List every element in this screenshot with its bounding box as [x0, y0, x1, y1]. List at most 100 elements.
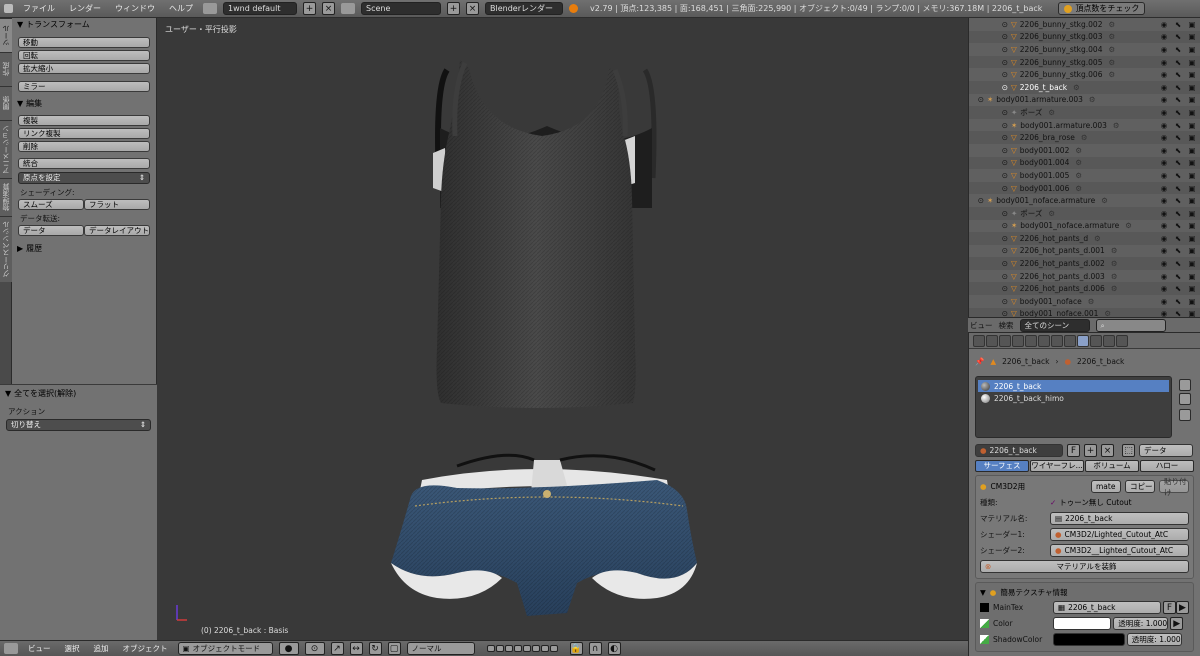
tab-grease-pencil[interactable]: グリースペンシル	[0, 216, 12, 282]
data-layout-button[interactable]: データレイアウト	[84, 225, 150, 236]
tab-physics[interactable]: 物理演算	[0, 178, 12, 216]
tab-wireframe[interactable]: ワイヤーフレ...	[1030, 460, 1084, 472]
unlink-material-icon[interactable]: ×	[1101, 444, 1114, 457]
selectability-icon[interactable]: ⬉	[1174, 184, 1182, 193]
shader2-field[interactable]: ● CM3D2__Lighted_Cutout_AtC	[1050, 544, 1189, 557]
duplicate-button[interactable]: 複製	[18, 115, 150, 126]
shade-smooth-button[interactable]: スムーズ	[18, 199, 84, 210]
visibility-icon[interactable]: ◉	[1160, 284, 1168, 293]
render-icon[interactable]: ▣	[1188, 95, 1196, 104]
view3d-editor-icon[interactable]	[4, 643, 18, 654]
paste-button[interactable]: 貼り付け	[1159, 477, 1189, 497]
visibility-icon[interactable]: ◉	[1160, 133, 1168, 142]
expand-icon[interactable]: ⊙	[969, 246, 1011, 255]
selectability-icon[interactable]: ⬉	[1174, 32, 1182, 41]
outliner-item-name[interactable]: body001.005	[1020, 171, 1070, 180]
selectability-icon[interactable]: ⬉	[1174, 246, 1182, 255]
check-vertex-count-button[interactable]: 頂点数をチェック	[1058, 2, 1146, 15]
visibility-icon[interactable]: ◉	[1160, 95, 1168, 104]
constraints-tab-icon[interactable]	[1038, 334, 1050, 347]
shader1-field[interactable]: ● CM3D2/Lighted_Cutout_AtC	[1050, 528, 1189, 541]
render-icon[interactable]: ▣	[1188, 32, 1196, 41]
render-icon[interactable]: ▣	[1188, 184, 1196, 193]
translate-button[interactable]: 移動	[18, 37, 150, 48]
visibility-icon[interactable]: ◉	[1160, 20, 1168, 29]
data-tab-icon[interactable]	[1064, 334, 1076, 347]
decorate-material-button[interactable]: ⊗ マテリアルを装飾	[980, 560, 1189, 573]
expand-icon[interactable]: ⊙	[969, 45, 1011, 54]
visibility-icon[interactable]: ◉	[1160, 83, 1168, 92]
layer-button[interactable]	[540, 645, 549, 652]
selectability-icon[interactable]: ⬉	[1174, 121, 1182, 130]
render-icon[interactable]: ▣	[1188, 20, 1196, 29]
selectability-icon[interactable]: ⬉	[1174, 158, 1182, 167]
outliner-item-name[interactable]: 2206_hot_pants_d.006	[1020, 284, 1105, 293]
layer-buttons[interactable]	[486, 645, 558, 652]
layout-icon[interactable]	[203, 3, 217, 14]
outliner-row[interactable]: ⊙ ▽ 2206_hot_pants_d.001 ⚙ ◉ ⬉ ▣	[969, 244, 1200, 258]
outliner-item-name[interactable]: 2206_bunny_stkg.006	[1020, 70, 1103, 79]
action-dropdown[interactable]: 切り替え ⇕	[6, 419, 151, 431]
material-slot[interactable]: 2206_t_back_himo	[978, 392, 1169, 404]
add-layout-icon[interactable]: +	[303, 2, 316, 15]
expand-icon[interactable]: ⊙	[969, 58, 1011, 67]
texture-info-header[interactable]: ▼ ● 簡易テクスチャ情報	[980, 587, 1189, 598]
lock-camera-icon[interactable]: 🔒	[569, 642, 583, 655]
outliner-row[interactable]: ⊙ ▽ 2206_bunny_stkg.002 ⚙ ◉ ⬉ ▣	[969, 18, 1200, 31]
outliner-item-name[interactable]: ポーズ	[1020, 107, 1042, 118]
selectability-icon[interactable]: ⬉	[1174, 234, 1182, 243]
visibility-icon[interactable]: ◉	[1160, 146, 1168, 155]
remove-scene-icon[interactable]: ×	[466, 2, 479, 15]
3d-viewport[interactable]: ユーザー・平行投影 (0) 2206_t_back: Basis	[157, 18, 968, 640]
tab-relations[interactable]: 関係	[0, 86, 12, 120]
outliner-item-name[interactable]: body001.armature.003	[1020, 121, 1107, 130]
render-preview-icon[interactable]: ◐	[607, 642, 621, 655]
selectability-icon[interactable]: ⬉	[1174, 108, 1182, 117]
selectability-icon[interactable]: ⬉	[1174, 58, 1182, 67]
render-icon[interactable]: ▣	[1188, 146, 1196, 155]
layer-button[interactable]	[495, 645, 504, 652]
layer-button[interactable]	[504, 645, 513, 652]
expand-icon[interactable]: ⊙	[969, 184, 1011, 193]
render-icon[interactable]: ▣	[1188, 196, 1196, 205]
layer-button[interactable]	[522, 645, 531, 652]
outliner-item-name[interactable]: ポーズ	[1020, 208, 1042, 219]
expand-icon[interactable]: ⊙	[969, 171, 1011, 180]
selectability-icon[interactable]: ⬉	[1174, 284, 1182, 293]
outliner-row[interactable]: ⊙ ✶ body001_noface.armature ⚙ ◉ ⬉ ▣	[969, 194, 1200, 207]
selectability-icon[interactable]: ⬉	[1174, 146, 1182, 155]
breadcrumb-object[interactable]: 2206_t_back	[1002, 357, 1049, 366]
render-icon[interactable]: ▣	[1188, 234, 1196, 243]
texture-tab-icon[interactable]	[1090, 334, 1102, 347]
expand-icon[interactable]: ⊙	[969, 209, 1011, 218]
outliner-row[interactable]: ⊙ ✶ body001.armature.003 ⚙ ◉ ⬉ ▣	[969, 118, 1200, 132]
fake-user-button[interactable]: F	[1067, 444, 1080, 457]
expand-icon[interactable]: ⊙	[969, 20, 1011, 29]
outliner-row[interactable]: ⊙ ✦ ポーズ ⚙ ◉ ⬉ ▣	[969, 106, 1200, 119]
outliner-row[interactable]: ⊙ ▽ body001.005 ⚙ ◉ ⬉ ▣	[969, 169, 1200, 182]
render-icon[interactable]: ▣	[1188, 83, 1196, 92]
outliner-item-name[interactable]: 2206_t_back	[1020, 83, 1067, 92]
visibility-icon[interactable]: ◉	[1160, 158, 1168, 167]
outliner-item-name[interactable]: body001.004	[1020, 158, 1070, 167]
expand-icon[interactable]: ⊙	[969, 309, 1011, 317]
add-slot-icon[interactable]	[1179, 379, 1191, 391]
visibility-icon[interactable]: ◉	[1160, 58, 1168, 67]
translate-manipulator-icon[interactable]: ↔	[349, 642, 363, 655]
render-icon[interactable]: ▣	[1188, 309, 1196, 317]
expand-icon[interactable]: ⊙	[969, 108, 1011, 117]
outliner-item-name[interactable]: 2206_bunny_stkg.003	[1020, 32, 1103, 41]
manipulator-icon[interactable]: ↗	[330, 642, 344, 655]
remove-slot-icon[interactable]	[1179, 393, 1191, 405]
mate-button[interactable]: mate	[1091, 480, 1121, 493]
tab-tools[interactable]: ツール	[0, 18, 12, 52]
edit-panel-header[interactable]: ▼ 編集	[12, 97, 156, 110]
outliner-item-name[interactable]: body001_noface.armature	[1020, 221, 1119, 230]
expand-icon[interactable]: ⊙	[969, 146, 1011, 155]
link-selector[interactable]: データ	[1139, 444, 1193, 457]
rotate-manipulator-icon[interactable]: ↻	[368, 642, 382, 655]
menu-help[interactable]: ヘルプ	[165, 3, 197, 14]
menu-window[interactable]: ウィンドウ	[111, 3, 159, 14]
menu-add[interactable]: 追加	[90, 643, 113, 654]
render-icon[interactable]: ▣	[1188, 272, 1196, 281]
